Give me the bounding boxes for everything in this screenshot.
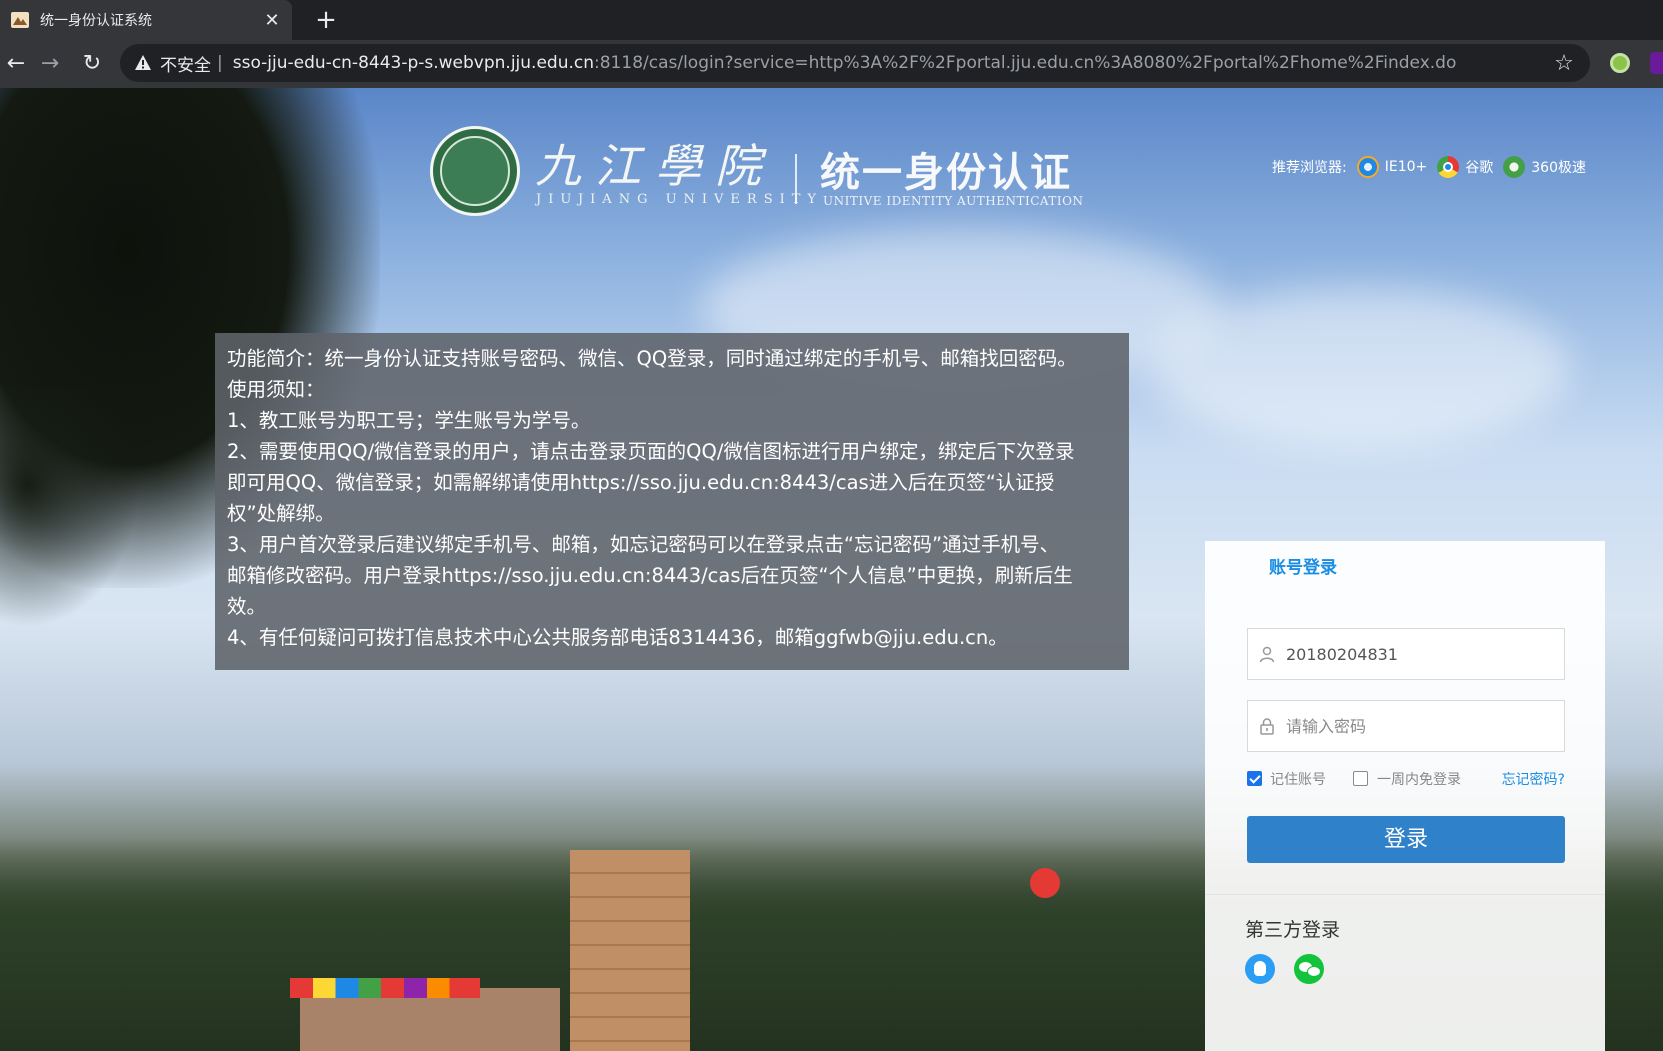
week-login-label[interactable]: 一周内免登录 [1377,769,1461,789]
tab-close-icon[interactable]: ✕ [262,10,282,31]
remember-account-checkbox[interactable] [1247,771,1262,786]
background-cloud [1150,288,1570,448]
login-options: 记住账号 一周内免登录 忘记密码? [1247,767,1565,791]
back-arrow-icon[interactable]: ← [2,50,30,78]
password-input[interactable] [1286,716,1554,736]
browser-item-ie: IE10+ [1356,156,1428,178]
school-name-en: JIUJIANG UNIVERSITY [536,192,824,207]
login-panel: 账号登录 记住账号 一周内免登录 忘记密码? 登录 第三方登录 [1205,541,1605,1051]
url-host: sso-jju-edu-cn-8443-p-s.webvpn.jju.edu.c… [232,53,595,73]
university-logo-icon [430,126,520,216]
username-field[interactable] [1247,628,1565,680]
browser-name: IE10+ [1384,159,1428,175]
password-field[interactable] [1247,700,1565,752]
lock-icon [1258,717,1276,735]
extension-icon[interactable] [1610,53,1630,73]
notice-line: 3、用户首次登录后建议绑定手机号、邮箱，如忘记密码可以在登录点击“忘记密码”通过… [227,533,1060,556]
background-flags [290,978,480,998]
background-lantern [1030,868,1060,898]
browser-toolbar: ← → ↻ 不安全 | sso-jju-edu-cn-8443-p-s.webv… [0,40,1663,88]
site-favicon-icon [10,10,30,30]
school-name-cn: 九江學院 [535,139,775,193]
panel-divider [1205,894,1605,895]
browser-name: 360极速 [1531,160,1586,176]
username-input[interactable] [1286,644,1554,664]
not-secure-label[interactable]: 不安全 [160,51,211,76]
warning-icon [134,54,152,72]
address-bar[interactable]: 不安全 | sso-jju-edu-cn-8443-p-s.webvpn.jju… [120,44,1590,82]
extension-icon[interactable] [1650,52,1663,74]
notice-line: 即可用QQ、微信登录；如需解绑请使用https://sso.jju.edu.cn… [227,471,1055,494]
browser-name: 谷歌 [1465,160,1494,176]
system-title-en: UNITIVE IDENTITY AUTHENTICATION [823,194,1084,208]
ie-icon [1356,156,1379,178]
notice-line: 4、有任何疑问可拨打信息技术中心公共服务部电话8314436，邮箱ggfwb@j… [227,626,1008,649]
qq-login-icon[interactable] [1245,954,1275,984]
forgot-password-link[interactable]: 忘记密码? [1502,769,1565,789]
bookmark-star-icon[interactable]: ☆ [1552,51,1576,76]
notice-line: 2、需要使用QQ/微信登录的用户，请点击登录页面的QQ/微信图标进行用户绑定，绑… [227,440,1075,463]
background-tree [0,388,140,628]
background-gate-pillar [570,850,690,1051]
notice-box: 功能简介：统一身份认证支持账号密码、微信、QQ登录，同时通过绑定的手机号、邮箱找… [215,333,1129,670]
omnibox-separator: | [217,53,223,73]
recommended-label: 推荐浏览器: [1272,160,1347,176]
notice-line: 1、教工账号为职工号；学生账号为学号。 [227,409,591,432]
tab-title: 统一身份认证系统 [40,13,152,29]
new-tab-icon[interactable]: + [312,6,340,34]
browser-item-chrome: 谷歌 [1437,156,1493,178]
login-page: 九江學院 JIUJIANG UNIVERSITY 统一身份认证 UNITIVE … [0,88,1663,1051]
browser-item-360: 360极速 [1503,156,1586,178]
360-browser-icon [1503,156,1526,178]
browser-tab-bar: 统一身份认证系统 ✕ + [0,0,1663,40]
url-path: :8118/cas/login?service=http%3A%2F%2Fpor… [594,53,1457,73]
tab-account-login[interactable]: 账号登录 [1269,553,1337,578]
third-party-login-title: 第三方登录 [1245,919,1341,941]
notice-line: 功能简介：统一身份认证支持账号密码、微信、QQ登录，同时通过绑定的手机号、邮箱找… [227,347,1077,370]
logo-emblem [440,136,510,206]
chrome-icon [1437,156,1460,178]
wechat-login-icon[interactable] [1294,954,1324,984]
notice-line: 邮箱修改密码。用户登录https://sso.jju.edu.cn:8443/c… [227,564,1073,587]
user-icon [1258,645,1276,663]
login-button[interactable]: 登录 [1247,816,1565,863]
forward-arrow-icon[interactable]: → [36,50,64,78]
system-title-cn: 统一身份认证 [820,150,1072,196]
notice-line: 权”处解绑。 [227,502,335,525]
notice-line: 效。 [227,595,267,618]
week-login-checkbox[interactable] [1353,771,1368,786]
browser-tab[interactable]: 统一身份认证系统 ✕ [0,0,292,40]
header-divider [795,154,797,204]
remember-account-label[interactable]: 记住账号 [1270,769,1326,789]
recommended-browsers: 推荐浏览器: IE10+ 谷歌 360极速 [1272,156,1586,178]
reload-icon[interactable]: ↻ [78,50,106,78]
notice-line: 使用须知： [227,378,325,401]
